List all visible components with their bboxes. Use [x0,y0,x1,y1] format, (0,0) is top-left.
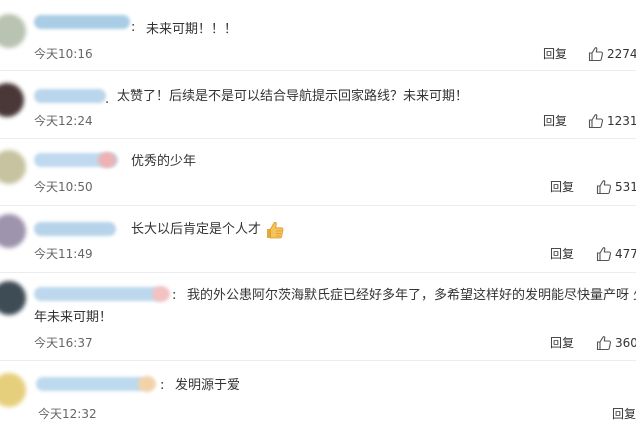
username[interactable] [34,89,106,103]
timestamp: 今天11:49 [34,247,93,261]
colon-separator: . [105,92,110,107]
like-button[interactable]: 477 [596,245,636,263]
username-badge [152,286,170,302]
username-badge [138,376,156,392]
thumbs-up-emoji [267,221,284,238]
like-count: 477 [615,247,636,261]
username[interactable] [34,222,116,236]
comment-item: : 我的外公患阿尔茨海默氏症已经好多年了，多希望这样好的发明能尽快量产呀 少 年… [0,273,636,361]
comment-item: . 太赞了！后续是不是可以结合导航提示回家路线？未来可期！ 今天12:24 回复… [0,71,636,139]
avatar[interactable] [0,373,26,407]
username[interactable] [34,15,130,29]
like-button[interactable]: 2274 [588,45,636,63]
timestamp: 今天12:32 [38,407,97,421]
colon-separator: : [160,378,165,393]
username[interactable] [34,287,162,301]
like-count: 360 [615,336,636,350]
timestamp: 今天16:37 [34,336,93,350]
thumbs-up-icon [596,247,612,262]
timestamp: 今天10:16 [34,47,93,61]
comment-item: 优秀的少年 今天10:50 回复 531 [0,139,636,206]
thumbs-up-icon [596,336,612,351]
avatar[interactable] [0,150,26,184]
like-count: 1231 [607,114,636,128]
comment-item: : 发明源于爱 今天12:32 回复 [0,361,636,438]
like-button[interactable]: 531 [596,178,636,196]
avatar[interactable] [0,83,24,117]
comment-text: 发明源于爱 [175,378,241,393]
comment-text-body: 长大以后肯定是个人才 [131,222,262,237]
avatar[interactable] [0,281,26,315]
like-button[interactable]: 360 [596,334,636,352]
like-button[interactable]: 1231 [588,112,636,130]
comment-item: : 未来可期！！！ 今天10:16 回复 2274 [0,0,636,71]
like-count: 2274 [607,47,636,61]
reply-button[interactable]: 回复 [543,46,567,62]
comment-text: 未来可期！！！ [146,22,238,37]
comment-text-line-2: 年未来可期！ [34,310,113,325]
colon-separator: : [172,288,177,303]
colon-separator: : [131,20,136,35]
comment-feed: : 未来可期！！！ 今天10:16 回复 2274 . 太赞了！后续是不是可以结… [0,0,636,438]
like-count: 531 [615,180,636,194]
username-badge [98,152,116,168]
avatar[interactable] [0,214,26,248]
comment-text: 优秀的少年 [131,154,197,169]
comment-item: 长大以后肯定是个人才 今天11:49 回复 477 [0,206,636,273]
comment-text: 长大以后肯定是个人才 [131,218,285,241]
thumbs-up-icon [596,180,612,195]
reply-button[interactable]: 回复 [550,335,574,351]
comment-text-line-1: 我的外公患阿尔茨海默氏症已经好多年了，多希望这样好的发明能尽快量产呀 少 [187,288,636,303]
reply-button[interactable]: 回复 [612,406,636,422]
reply-button[interactable]: 回复 [550,246,574,262]
avatar[interactable] [0,14,26,48]
reply-button[interactable]: 回复 [550,179,574,195]
reply-button[interactable]: 回复 [543,113,567,129]
comment-text: 太赞了！后续是不是可以结合导航提示回家路线？未来可期！ [117,89,469,104]
username[interactable] [36,377,146,391]
thumbs-up-icon [588,47,604,62]
timestamp: 今天12:24 [34,114,93,128]
timestamp: 今天10:50 [34,180,93,194]
thumbs-up-icon [588,114,604,129]
